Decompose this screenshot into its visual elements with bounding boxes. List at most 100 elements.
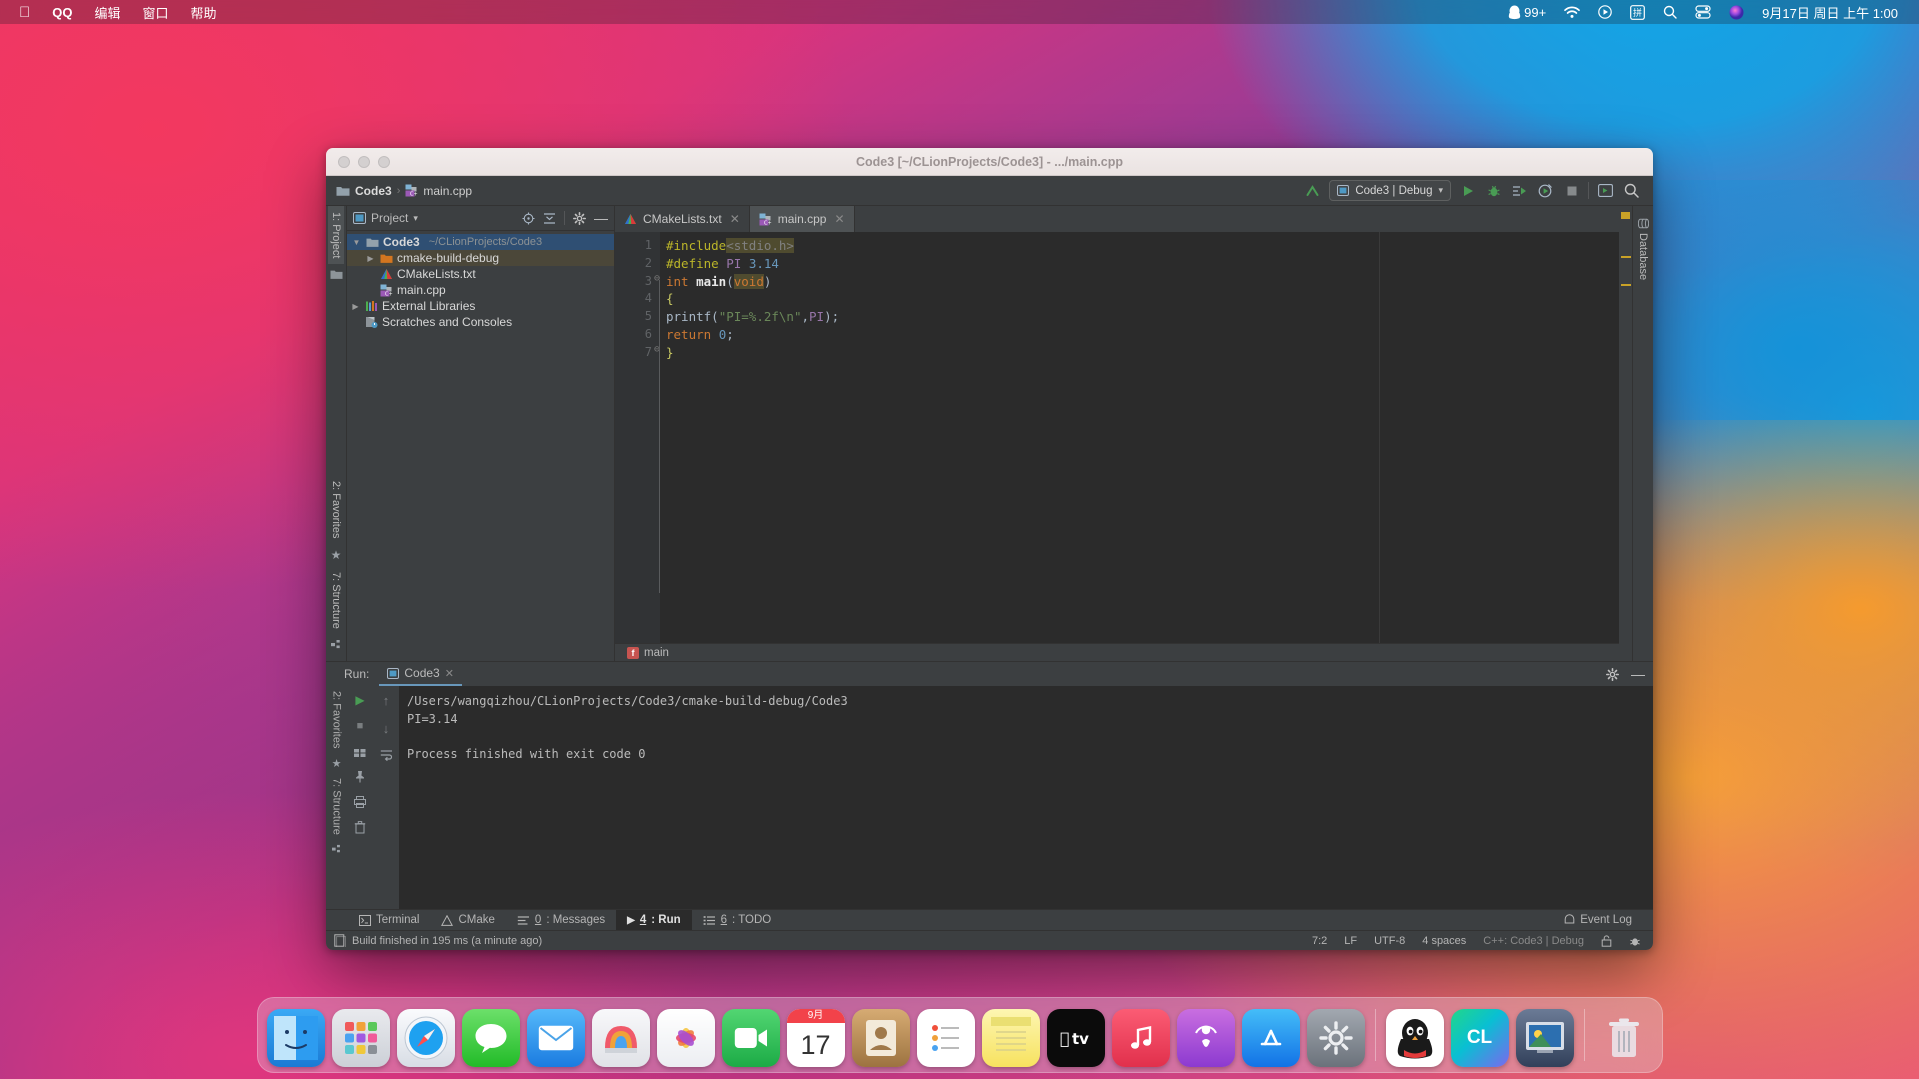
sidebar-item-favorites-2[interactable]: 2: Favorites bbox=[329, 686, 345, 753]
tab-cmakelists[interactable]: CMakeLists.txt ✕ bbox=[615, 206, 750, 232]
run-with-coverage-icon[interactable] bbox=[1536, 181, 1555, 200]
dock-item-messages[interactable] bbox=[461, 1009, 520, 1067]
error-stripe[interactable] bbox=[1619, 206, 1632, 661]
structure-icon-wrap[interactable] bbox=[330, 635, 342, 661]
up-icon[interactable]: ↑ bbox=[383, 693, 390, 708]
breadcrumb-file[interactable]: main.cpp bbox=[423, 184, 472, 198]
tool-button-terminal[interactable]: Terminal bbox=[348, 910, 430, 931]
tree-item-scratches[interactable]: Scratches and Consoles bbox=[347, 314, 614, 330]
gear-icon[interactable] bbox=[573, 211, 586, 225]
stripe-change-marker[interactable] bbox=[1621, 256, 1631, 258]
sidebar-item-structure[interactable]: 7: Structure bbox=[328, 566, 344, 635]
run-tab-code3[interactable]: Code3 ✕ bbox=[379, 662, 462, 686]
dock-item-clion[interactable]: CL bbox=[1450, 1009, 1509, 1067]
input-method-icon[interactable]: 拼 bbox=[1621, 0, 1654, 24]
dock-item-finder[interactable] bbox=[266, 1009, 325, 1067]
dock-item-qq[interactable] bbox=[1385, 1009, 1444, 1067]
menu-item-app[interactable]: QQ bbox=[41, 0, 83, 24]
left-rail-folder-icon-wrap[interactable] bbox=[330, 264, 343, 288]
dock-item-launchpad[interactable] bbox=[331, 1009, 390, 1067]
dock-item-photo-booth[interactable] bbox=[591, 1009, 650, 1067]
code-content[interactable]: #include<stdio.h> #define PI 3.14 int ma… bbox=[660, 232, 1619, 643]
dock-item-reminders[interactable] bbox=[916, 1009, 975, 1067]
grid-icon[interactable] bbox=[354, 745, 366, 757]
dock-item-safari[interactable] bbox=[396, 1009, 455, 1067]
close-icon[interactable]: ✕ bbox=[834, 212, 844, 226]
favorites-star-icon-wrap-2[interactable]: ★ bbox=[332, 753, 342, 773]
sidebar-item-database[interactable]: Database bbox=[1635, 212, 1651, 286]
dock-item-photos[interactable] bbox=[656, 1009, 715, 1067]
inspections-icon[interactable] bbox=[1629, 934, 1641, 947]
dock-item-trash[interactable] bbox=[1595, 1009, 1653, 1067]
dock-item-contacts[interactable] bbox=[851, 1009, 910, 1067]
menu-item-help[interactable]: 帮助 bbox=[180, 0, 228, 24]
chevron-down-icon[interactable]: ▾ bbox=[413, 213, 418, 224]
tab-main-cpp[interactable]: C++ main.cpp ✕ bbox=[749, 206, 855, 232]
build-icon[interactable] bbox=[1303, 181, 1322, 200]
dock-item-apple-tv[interactable]:  tv bbox=[1046, 1009, 1105, 1067]
project-panel-title[interactable]: Project bbox=[371, 211, 408, 225]
tree-item-external-libraries[interactable]: ▶ External Libraries bbox=[347, 298, 614, 314]
tree-item-main-cpp[interactable]: C++ main.cpp bbox=[347, 282, 614, 298]
dock-item-mail[interactable] bbox=[526, 1009, 585, 1067]
tree-item-code3[interactable]: ▼ Code3 ~/CLionProjects/Code3 bbox=[347, 234, 614, 250]
lock-icon[interactable] bbox=[1601, 934, 1612, 947]
debug-button[interactable] bbox=[1484, 181, 1503, 200]
tool-button-run[interactable]: ▶ 4: Run bbox=[616, 909, 692, 931]
dock-item-calendar[interactable]: 9月 17 bbox=[786, 1009, 845, 1067]
dock-item-facetime[interactable] bbox=[721, 1009, 780, 1067]
rerun-icon[interactable]: ▶ bbox=[355, 693, 364, 707]
editor-gutter[interactable]: 1 2 3 ▶ 4 5 6 7 ⊖ ⊖ bbox=[615, 232, 671, 643]
sidebar-item-favorites[interactable]: 2: Favorites bbox=[328, 475, 344, 544]
menu-bar-clock[interactable]: 9月17日 周日 上午 1:00 bbox=[1753, 0, 1907, 24]
tree-item-cmakelists[interactable]: CMakeLists.txt bbox=[347, 266, 614, 282]
run-button[interactable] bbox=[1458, 181, 1477, 200]
run-configuration-selector[interactable]: Code3 | Debug ▾ bbox=[1329, 180, 1451, 201]
locate-icon[interactable] bbox=[522, 212, 535, 225]
trash-icon[interactable] bbox=[354, 821, 366, 834]
stripe-change-marker-2[interactable] bbox=[1621, 284, 1631, 286]
down-icon[interactable]: ↓ bbox=[383, 721, 390, 736]
menu-item-edit[interactable]: 编辑 bbox=[83, 0, 131, 24]
soft-wrap-icon[interactable] bbox=[380, 749, 393, 761]
tool-button-cmake[interactable]: CMake bbox=[430, 910, 505, 931]
close-icon[interactable]: ✕ bbox=[730, 212, 740, 226]
dock-item-podcasts[interactable] bbox=[1176, 1009, 1235, 1067]
wifi-status-icon[interactable] bbox=[1555, 0, 1589, 24]
collapse-all-icon[interactable] bbox=[543, 212, 556, 225]
now-playing-icon[interactable] bbox=[1589, 0, 1621, 24]
spotlight-icon[interactable] bbox=[1654, 0, 1686, 24]
pin-icon[interactable] bbox=[354, 770, 366, 783]
stripe-warning-marker[interactable] bbox=[1621, 212, 1630, 219]
qq-status-icon[interactable]: 99+ bbox=[1499, 0, 1555, 24]
file-encoding[interactable]: UTF-8 bbox=[1374, 935, 1405, 947]
code-editor[interactable]: 1 2 3 ▶ 4 5 6 7 ⊖ ⊖ #include<stdio.h> bbox=[615, 232, 1619, 643]
close-icon[interactable]: ✕ bbox=[445, 667, 454, 680]
event-log-button[interactable]: Event Log bbox=[1553, 910, 1643, 931]
favorites-star-icon-wrap[interactable]: ★ bbox=[331, 544, 342, 566]
structure-icon-wrap-2[interactable] bbox=[331, 840, 342, 860]
tree-item-cmake-build-debug[interactable]: ▶ cmake-build-debug bbox=[347, 250, 614, 266]
search-everywhere-icon[interactable] bbox=[1622, 181, 1641, 200]
apple-menu[interactable]:  bbox=[8, 0, 41, 24]
terminal-toggle-icon[interactable] bbox=[1596, 181, 1615, 200]
active-configuration[interactable]: C++: Code3 | Debug bbox=[1483, 935, 1584, 947]
chevron-expanded-icon[interactable]: ▼ bbox=[351, 238, 362, 247]
stop-icon[interactable]: ■ bbox=[357, 720, 364, 732]
chevron-collapsed-icon[interactable]: ▶ bbox=[350, 302, 361, 311]
tool-button-todo[interactable]: 6: TODO bbox=[692, 910, 783, 931]
dock-item-app-store[interactable] bbox=[1241, 1009, 1300, 1067]
dock-item-system-preferences[interactable] bbox=[1306, 1009, 1365, 1067]
gear-icon[interactable] bbox=[1606, 667, 1619, 681]
dock-item-screenshot-tool[interactable] bbox=[1515, 1009, 1574, 1067]
breadcrumb-symbol-label[interactable]: main bbox=[644, 647, 669, 659]
attach-to-process-icon[interactable] bbox=[1510, 181, 1529, 200]
menu-item-window[interactable]: 窗口 bbox=[132, 0, 180, 24]
print-icon[interactable] bbox=[354, 796, 366, 808]
sidebar-item-structure-2[interactable]: 7: Structure bbox=[329, 773, 345, 840]
dock-item-notes[interactable] bbox=[981, 1009, 1040, 1067]
breadcrumb-project[interactable]: Code3 bbox=[355, 184, 392, 198]
caret-position[interactable]: 7:2 bbox=[1312, 935, 1327, 947]
sidebar-item-project[interactable]: 1: Project bbox=[328, 206, 344, 265]
siri-icon-wrap[interactable] bbox=[1720, 0, 1753, 24]
